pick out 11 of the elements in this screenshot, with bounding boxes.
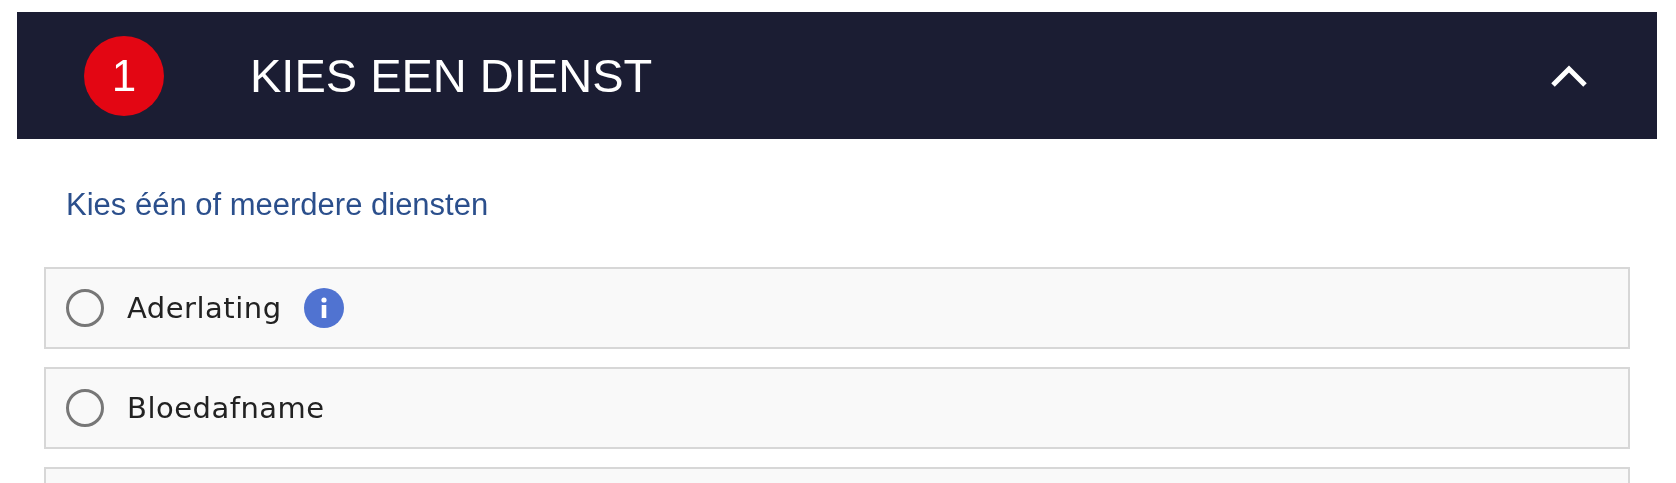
radio-button[interactable] [66, 389, 104, 427]
info-icon[interactable] [303, 288, 344, 328]
service-option[interactable]: Aderlating [44, 267, 1630, 349]
service-label: Bloedafname [127, 391, 325, 425]
section-title: KIES EEN DIENST [250, 48, 654, 103]
radio-button[interactable] [66, 289, 104, 327]
chevron-up-icon [1550, 63, 1588, 88]
step-number: 1 [84, 35, 164, 116]
service-label: Aderlating [127, 291, 282, 325]
instruction-text: Kies één of meerdere diensten [66, 187, 490, 223]
service-option[interactable]: Bloedafname [44, 367, 1630, 449]
